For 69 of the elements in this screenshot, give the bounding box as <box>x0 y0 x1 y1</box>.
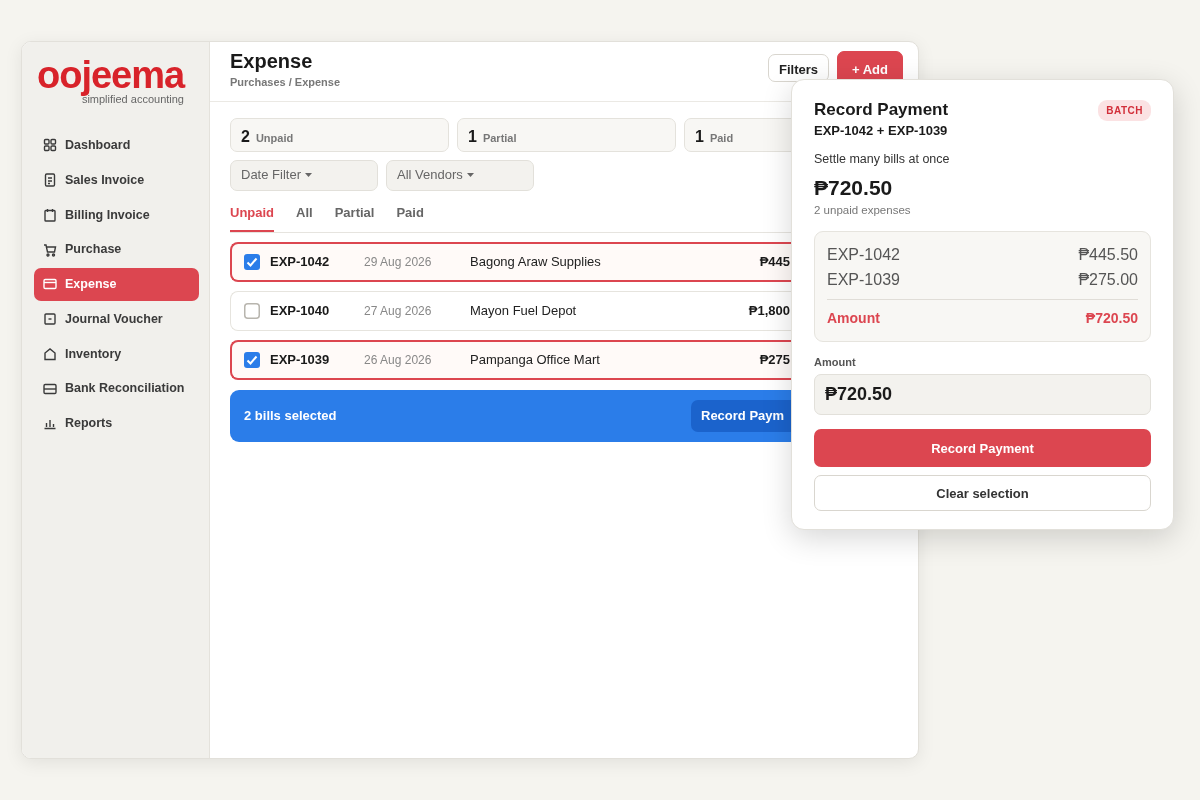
clear-selection-button[interactable]: Clear selection <box>814 475 1151 512</box>
document-icon <box>43 173 57 188</box>
sidebar-item[interactable]: Expense <box>34 268 199 301</box>
record-payment-button[interactable]: Record Payment <box>814 429 1151 468</box>
sum-label: Amount <box>827 309 880 328</box>
sidebar-item[interactable]: Reports <box>34 407 199 440</box>
checkbox[interactable] <box>244 303 260 319</box>
line-amount: ₱445.50 <box>1078 244 1138 265</box>
batch-badge: BATCH <box>1098 100 1151 121</box>
card-icon <box>43 381 57 396</box>
stat-count: 2 <box>241 126 250 147</box>
expense-count: 2 unpaid expenses <box>814 202 912 218</box>
expense-date: 26 Aug 2026 <box>364 352 433 369</box>
house-icon <box>43 346 57 361</box>
sidebar-item[interactable]: Dashboard <box>34 129 199 162</box>
calendar-icon <box>43 207 57 222</box>
stat-label: Paid <box>709 130 734 146</box>
expense-row[interactable]: EXP-1040 27 Aug 2026 Mayon Fuel Depot ₱1,800 <box>230 291 794 331</box>
field-label: Amount <box>814 355 857 370</box>
selection-count: 2 bills selected <box>244 407 337 426</box>
expense-id: EXP-1039 <box>270 351 331 370</box>
vendor-name: Mayon Fuel Depot <box>470 302 577 321</box>
sidebar-item[interactable]: Purchase <box>34 233 199 266</box>
sidebar-item[interactable]: Inventory <box>34 337 199 371</box>
expense-id: EXP-1040 <box>270 302 331 321</box>
expense-date: 27 Aug 2026 <box>364 303 433 320</box>
square-icon <box>43 312 57 327</box>
sidebar-item[interactable]: Bank Reconciliation <box>34 372 199 405</box>
stat-label: Unpaid <box>255 130 294 146</box>
filters-button[interactable]: Filters <box>768 54 829 82</box>
checkbox[interactable] <box>244 352 260 368</box>
filter-dropdown[interactable]: All Vendors <box>386 159 534 191</box>
cart-icon <box>43 242 57 257</box>
expense-row[interactable]: EXP-1042 29 Aug 2026 Bagong Araw Supplies ₱445 <box>230 242 794 282</box>
expense-row[interactable]: EXP-1039 26 Aug 2026 Pampanga Office Mart ₱275 <box>230 340 794 380</box>
grid-icon <box>43 138 57 153</box>
checkbox[interactable] <box>244 254 260 270</box>
tab[interactable]: Partial <box>334 202 375 232</box>
tab[interactable]: Unpaid <box>230 202 275 232</box>
sidebar-item[interactable]: Sales Invoice <box>34 163 199 197</box>
line-amount: ₱275.00 <box>1078 270 1138 291</box>
line-id: EXP-1039 <box>827 270 900 291</box>
tab[interactable]: Paid <box>396 202 424 232</box>
expense-date: 29 Aug 2026 <box>364 254 433 271</box>
tab[interactable]: All <box>296 202 313 232</box>
stat-count: 1 <box>695 126 704 147</box>
page-title: Expense <box>230 49 314 74</box>
expense-amount: ₱275 <box>759 351 790 370</box>
vendor-name: Pampanga Office Mart <box>470 351 600 370</box>
filter-dropdown[interactable]: Date Filter <box>230 159 378 191</box>
stat-count: 1 <box>468 126 477 147</box>
total-amount: ₱720.50 <box>814 175 894 202</box>
stat-label: Partial <box>482 130 517 146</box>
expense-id: EXP-1042 <box>270 253 331 272</box>
expense-amount: ₱1,800 <box>748 302 790 321</box>
panel-description: Settle many bills at once <box>814 150 951 168</box>
caret-icon <box>466 173 474 177</box>
breadcrumb: Purchases / Expense <box>230 75 341 90</box>
sidebar-item[interactable]: Billing Invoice <box>34 198 199 232</box>
line-id: EXP-1042 <box>827 244 900 265</box>
vendor-name: Bagong Araw Supplies <box>470 253 601 272</box>
sidebar-item[interactable]: Journal Voucher <box>34 302 199 336</box>
panel-title: Record Payment <box>814 100 949 121</box>
card-icon <box>43 277 57 292</box>
expense-amount: ₱445 <box>759 253 790 272</box>
sum-amount: ₱720.50 <box>1085 309 1138 328</box>
amount-field[interactable]: ₱720.50 <box>814 374 1151 416</box>
panel-subtitle: EXP-1042 + EXP-1039 <box>814 122 949 140</box>
caret-icon <box>304 173 312 177</box>
